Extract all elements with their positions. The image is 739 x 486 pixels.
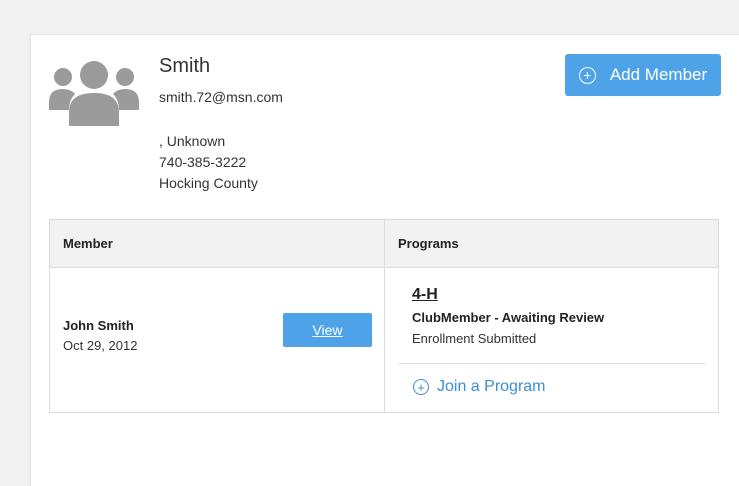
family-contact: , Unknown 740-385-3222 Hocking County [159, 131, 258, 194]
member-column-header: Member [50, 220, 385, 267]
join-program-link[interactable]: + Join a Program [413, 378, 546, 396]
family-card: Smith smith.72@msn.com , Unknown 740-385… [30, 34, 739, 486]
family-email: smith.72@msn.com [159, 89, 283, 105]
programs-column-header: Programs [398, 236, 459, 251]
member-cell: John Smith Oct 29, 2012 View [50, 268, 385, 413]
table-row: John Smith Oct 29, 2012 View 4-H ClubMem… [50, 268, 718, 413]
join-program-label: Join a Program [437, 378, 546, 395]
add-member-label: Add Member [609, 65, 708, 84]
family-name: Smith [159, 55, 211, 77]
divider [399, 363, 705, 364]
programs-cell: 4-H ClubMember - Awaiting Review Enrollm… [385, 268, 718, 413]
member-name: John Smith [63, 318, 134, 333]
program-status: ClubMember - Awaiting Review [412, 310, 605, 325]
phone-number: 740-385-3222 [159, 154, 247, 170]
family-group-icon [49, 60, 139, 126]
view-member-button[interactable]: View [283, 313, 372, 347]
table-header: Member Programs [50, 220, 718, 268]
county: Hocking County [159, 175, 258, 191]
program-link[interactable]: 4-H [412, 286, 438, 304]
add-member-button[interactable]: + Add Member [565, 54, 721, 96]
member-date: Oct 29, 2012 [63, 338, 138, 353]
plus-circle-icon: + [578, 66, 596, 84]
program-sub-status: Enrollment Submitted [412, 331, 537, 346]
address-line: , Unknown [159, 133, 226, 149]
plus-circle-icon: + [413, 379, 429, 395]
members-table: Member Programs John Smith Oct 29, 2012 … [49, 219, 719, 413]
